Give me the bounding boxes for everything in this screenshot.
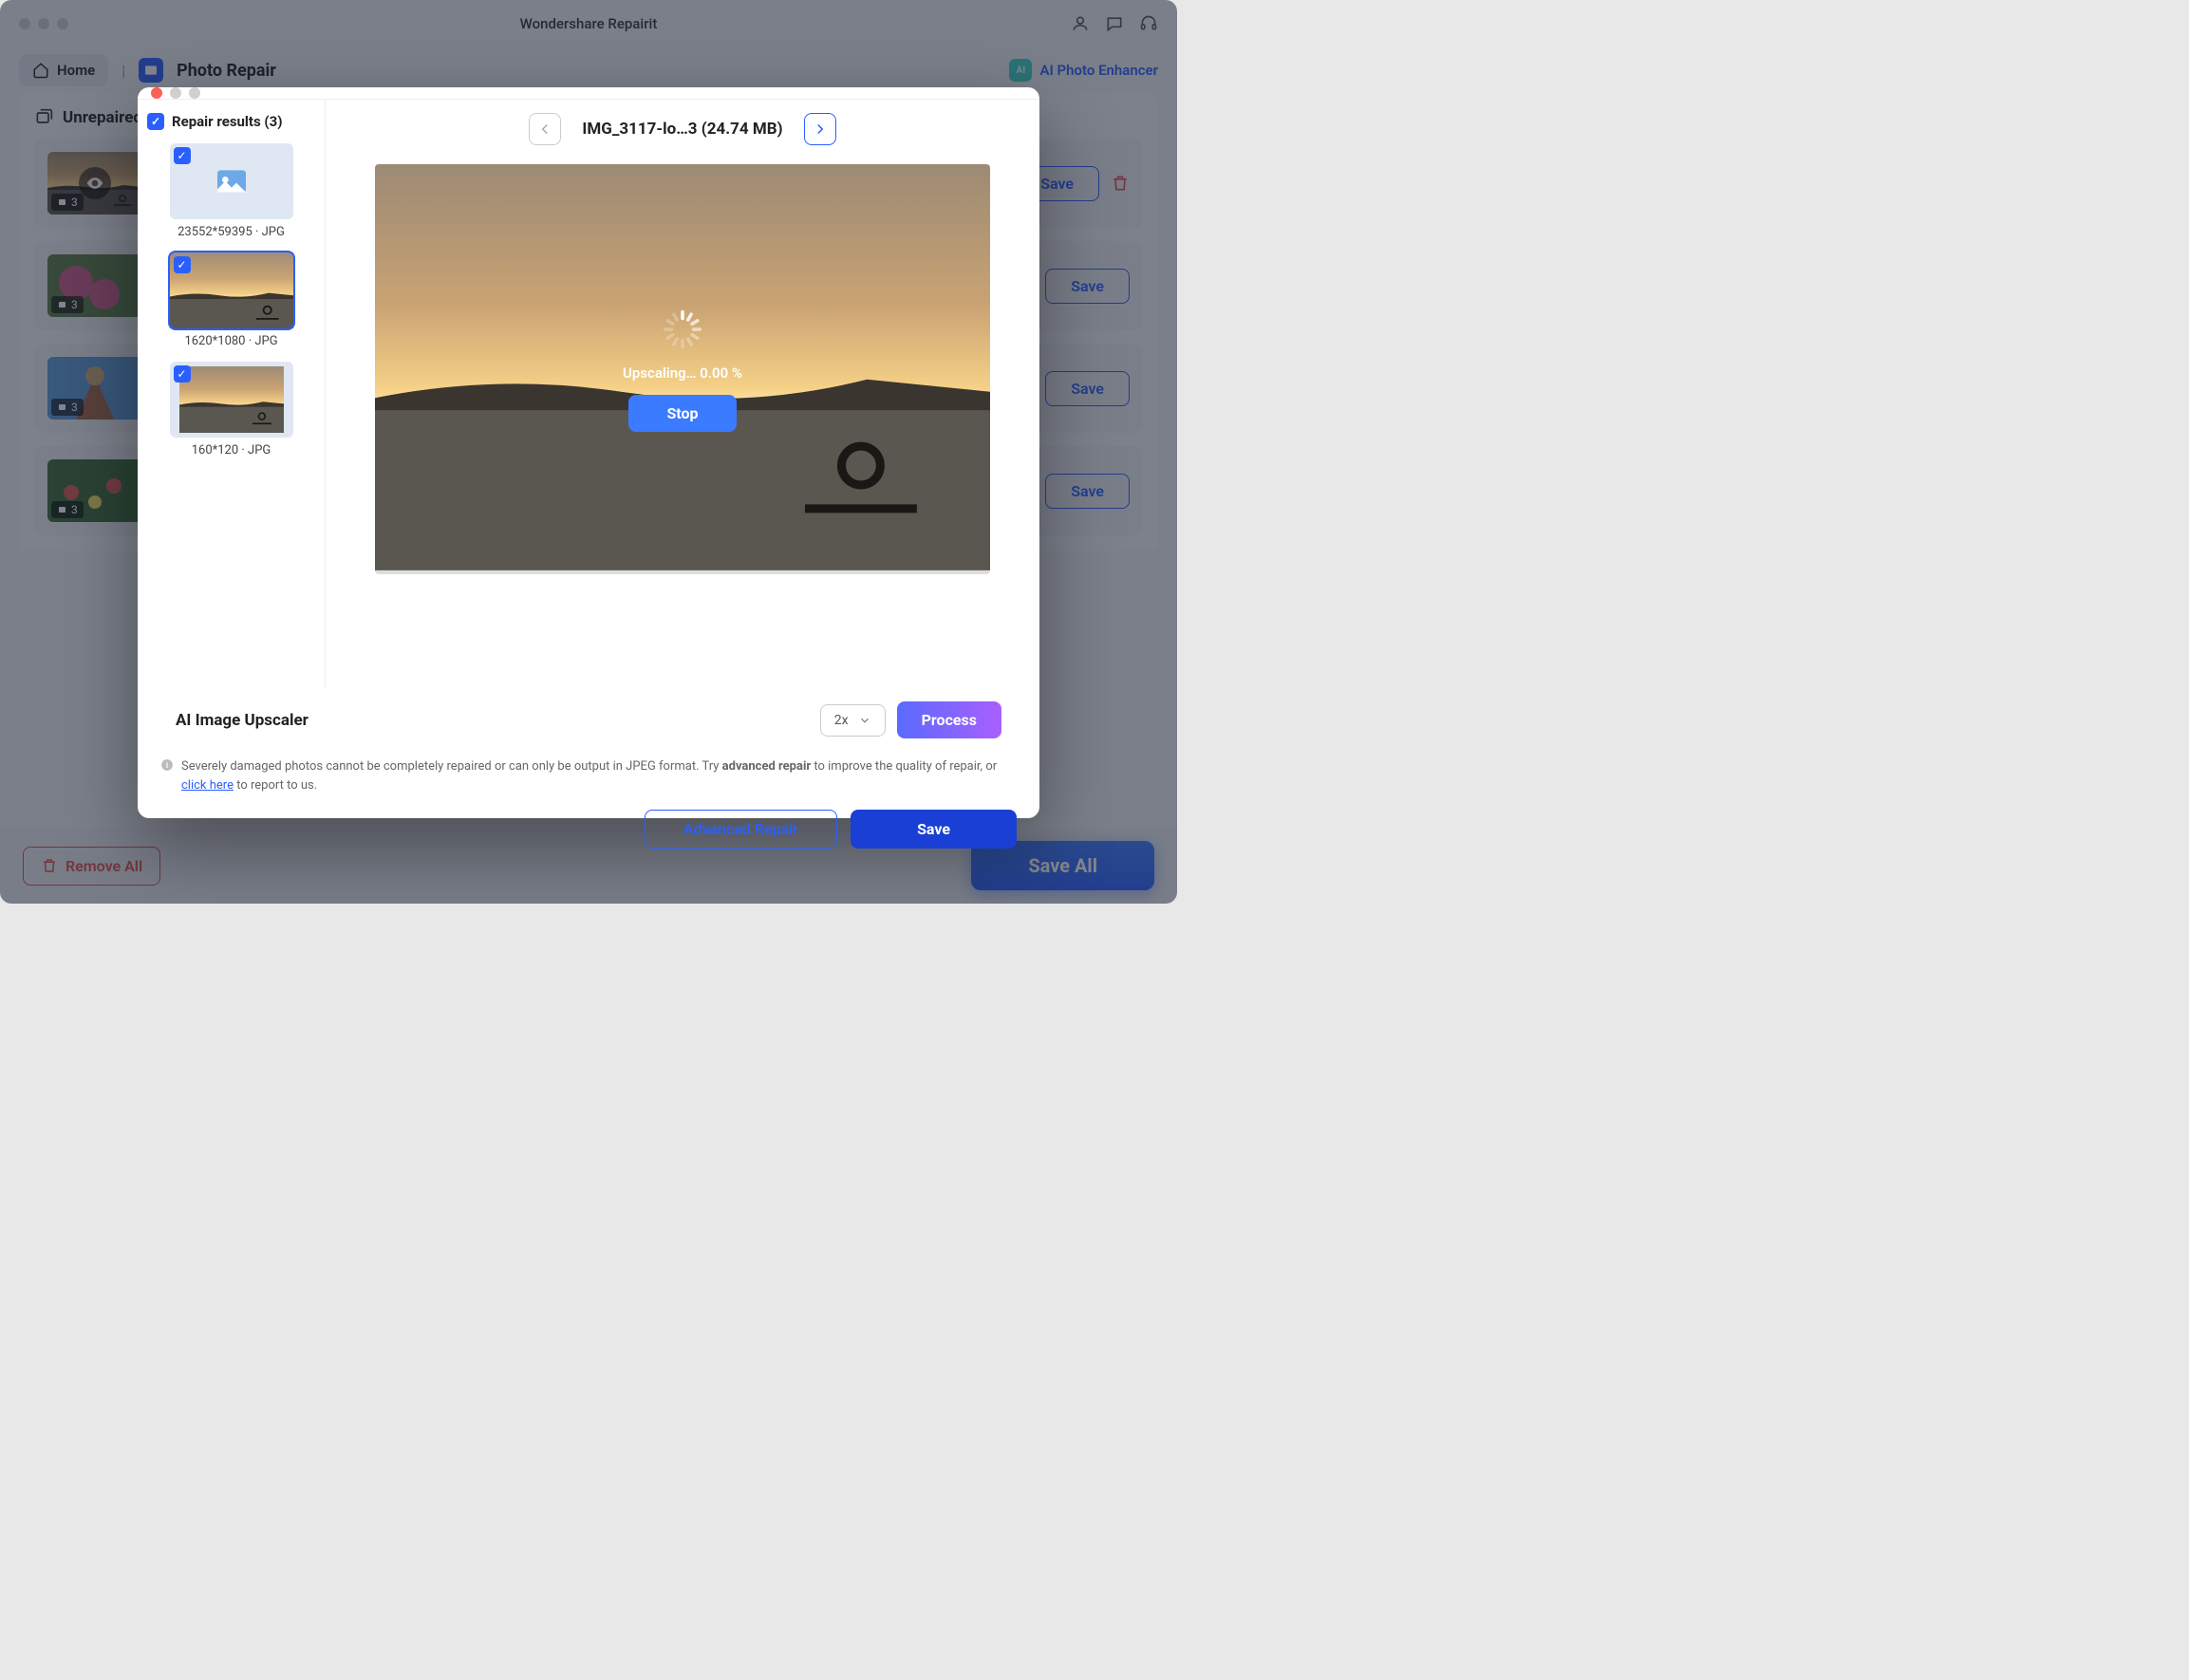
preview-panel: IMG_3117-lo…3 (24.74 MB) bbox=[326, 100, 1039, 688]
modal-close-icon[interactable] bbox=[151, 87, 162, 99]
result-dimensions: 23552*59395 · JPG bbox=[147, 225, 315, 239]
stop-button[interactable]: Stop bbox=[628, 395, 736, 432]
result-checkbox[interactable]: ✓ bbox=[174, 256, 191, 273]
file-name-label: IMG_3117-lo…3 (24.74 MB) bbox=[582, 120, 782, 139]
svg-text:i: i bbox=[166, 760, 168, 770]
result-thumbnail[interactable]: ✓ bbox=[170, 362, 293, 438]
chevron-down-icon bbox=[858, 714, 871, 727]
result-thumbnail[interactable]: ✓ bbox=[170, 252, 293, 328]
upscaler-title: AI Image Upscaler bbox=[176, 711, 309, 730]
result-thumbnail[interactable]: ✓ bbox=[170, 143, 293, 219]
result-item[interactable]: ✓ 23552*59395 · JPG bbox=[147, 143, 315, 239]
modal-save-button[interactable]: Save bbox=[851, 810, 1017, 849]
select-all-checkbox[interactable]: ✓ bbox=[147, 113, 164, 130]
result-checkbox[interactable]: ✓ bbox=[174, 147, 191, 164]
progress-text: Upscaling… 0.00 % bbox=[623, 364, 742, 382]
repair-modal: ✓ Repair results (3) ✓ 23552*59395 · JPG… bbox=[138, 87, 1039, 818]
modal-overlay: ✓ Repair results (3) ✓ 23552*59395 · JPG… bbox=[0, 0, 1177, 904]
modal-zoom-icon bbox=[189, 87, 200, 99]
modal-titlebar bbox=[138, 87, 1039, 100]
results-heading: Repair results (3) bbox=[172, 113, 283, 130]
report-link[interactable]: click here bbox=[181, 778, 234, 793]
result-item[interactable]: ✓ 1620*1080 · JPG bbox=[147, 252, 315, 348]
spinner-icon bbox=[661, 308, 704, 351]
result-item[interactable]: ✓ 160*120 · JPG bbox=[147, 362, 315, 457]
upscaler-row: AI Image Upscaler 2x Process bbox=[138, 688, 1039, 752]
result-dimensions: 1620*1080 · JPG bbox=[147, 334, 315, 348]
results-sidebar: ✓ Repair results (3) ✓ 23552*59395 · JPG… bbox=[138, 100, 326, 688]
info-note: i Severely damaged photos cannot be comp… bbox=[138, 752, 1039, 800]
result-checkbox[interactable]: ✓ bbox=[174, 365, 191, 383]
process-button[interactable]: Process bbox=[897, 701, 1001, 738]
info-icon: i bbox=[160, 757, 174, 773]
prev-image-button bbox=[529, 113, 561, 145]
next-image-button[interactable] bbox=[804, 113, 836, 145]
result-dimensions: 160*120 · JPG bbox=[147, 443, 315, 457]
preview-area: Upscaling… 0.00 % Stop bbox=[375, 164, 990, 574]
advanced-repair-button[interactable]: Advanced Repair bbox=[645, 810, 837, 849]
scale-select[interactable]: 2x bbox=[820, 704, 886, 737]
modal-minimize-icon bbox=[170, 87, 181, 99]
